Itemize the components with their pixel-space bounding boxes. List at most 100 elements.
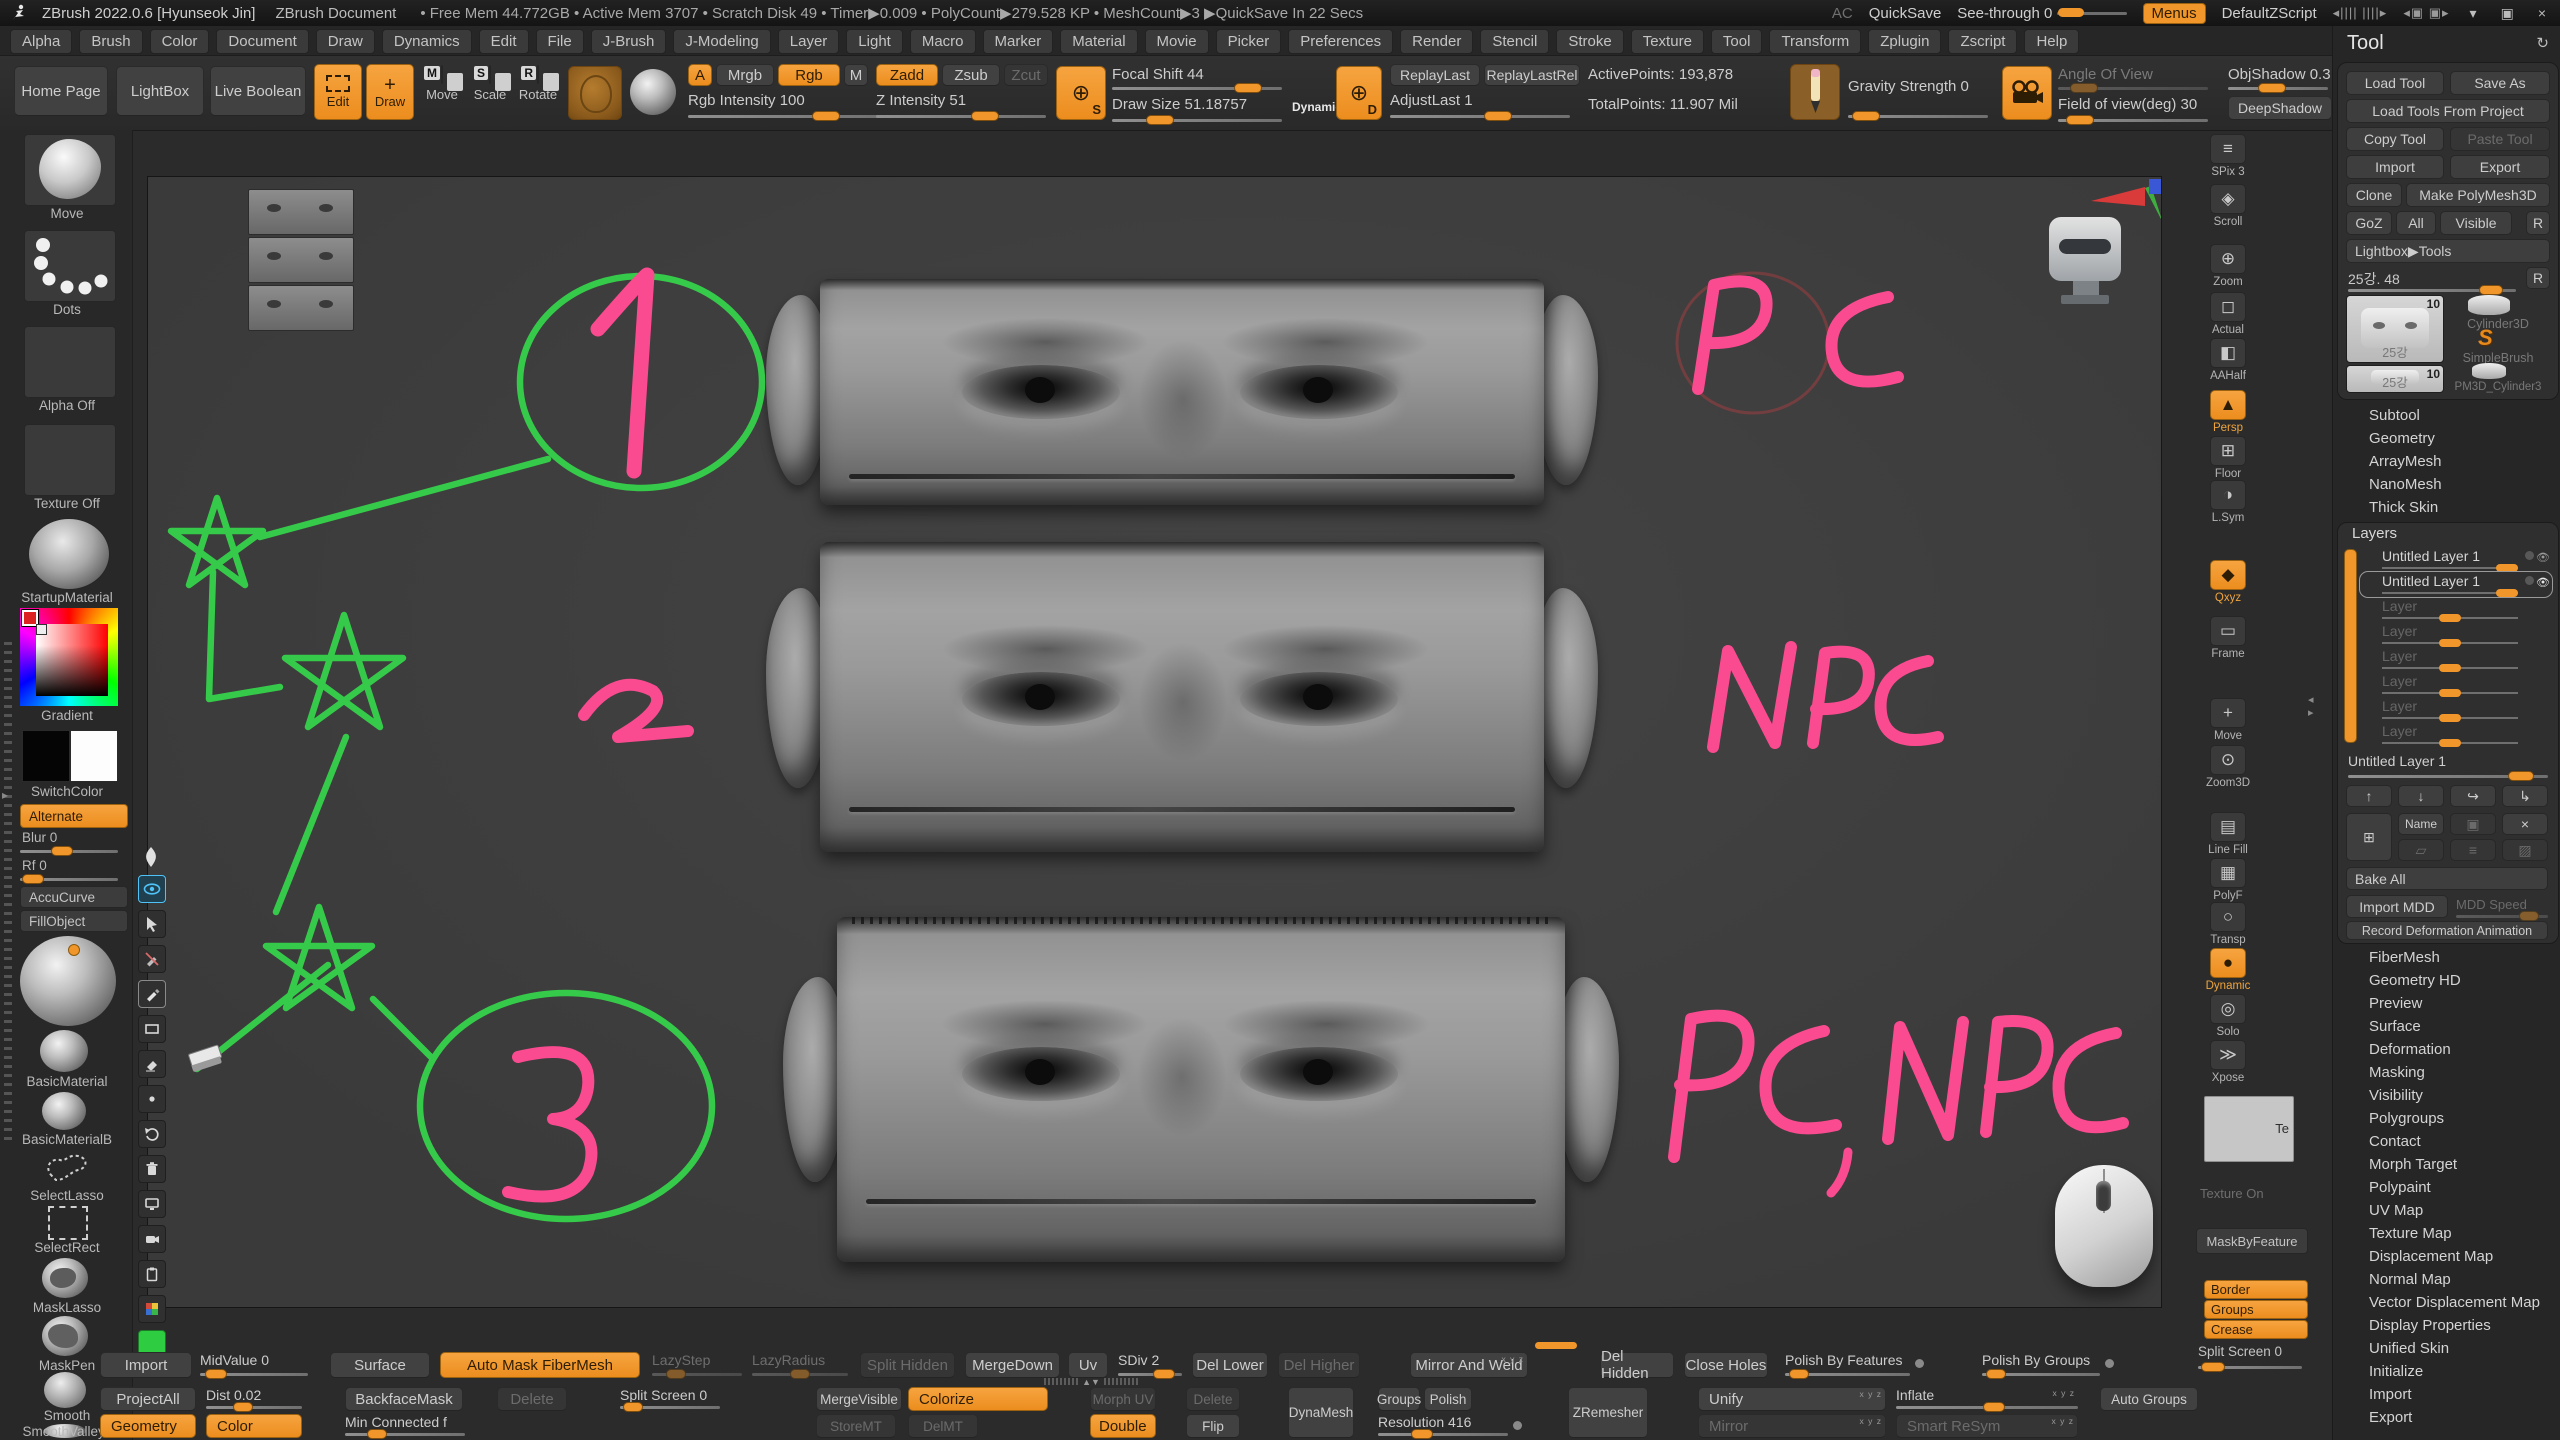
bb-uv[interactable]: Uv [1068, 1352, 1108, 1378]
layer-eye-icon[interactable]: 👁 [2536, 576, 2550, 589]
m-button[interactable]: M [844, 64, 868, 86]
texture-off-thumbnail[interactable] [24, 424, 116, 496]
bb-midvalue-slider[interactable]: MidValue 0 [200, 1352, 308, 1378]
color-picker[interactable] [20, 608, 118, 706]
menu-item[interactable]: Movie [1145, 29, 1209, 54]
tool-section[interactable]: Masking [2333, 1061, 2559, 1084]
tool-section[interactable]: Geometry [2333, 427, 2559, 450]
move-button[interactable]: M Move [420, 66, 464, 118]
zcut-button[interactable]: Zcut [1004, 64, 1048, 86]
menu-item[interactable]: Zplugin [1868, 29, 1941, 54]
dynamic-brush-icon[interactable]: ⊕D [1336, 66, 1382, 120]
lightbox-button[interactable]: LightBox [116, 66, 204, 116]
tool-section[interactable]: Contact [2333, 1130, 2559, 1153]
tool-section[interactable]: FiberMesh [2333, 946, 2559, 969]
rightshelf-polyf[interactable]: ▦PolyF [2198, 858, 2258, 902]
layer-delete-button[interactable]: × [2502, 813, 2548, 835]
bb-lazyradius-slider[interactable]: LazyRadius [752, 1352, 848, 1378]
undo-icon[interactable] [138, 1120, 166, 1148]
tool-section[interactable]: Polypaint [2333, 1176, 2559, 1199]
palette-icon[interactable] [138, 1295, 166, 1323]
layer-row[interactable]: Layer 👁 [2360, 647, 2552, 672]
bb-surface[interactable]: Surface [330, 1352, 430, 1378]
live-boolean-button[interactable]: Live Boolean [210, 66, 306, 116]
menu-item[interactable]: Document [216, 29, 308, 54]
rightshelf-zoom[interactable]: ⊕Zoom [2198, 244, 2258, 288]
angle-of-view-slider[interactable]: Angle Of View [2058, 66, 2153, 83]
menu-item[interactable]: File [536, 29, 584, 54]
tool-section[interactable]: ArrayMesh [2333, 450, 2559, 473]
menu-item[interactable]: Texture [1631, 29, 1704, 54]
select-rect-thumbnail[interactable] [48, 1206, 88, 1240]
rgb-intensity-slider[interactable]: Rgb Intensity 100 [688, 92, 805, 109]
minimize-button[interactable]: ▾ [2466, 5, 2481, 22]
left-tray-divider[interactable] [4, 640, 12, 1140]
bb-mirror[interactable]: Mirrorx y z [1698, 1414, 1886, 1438]
tool-section[interactable]: Normal Map [2333, 1268, 2559, 1291]
layer-row[interactable]: Layer 👁 [2360, 722, 2552, 747]
pen-disabled-icon[interactable] [138, 945, 166, 973]
main-color-swatch[interactable] [22, 730, 70, 782]
screen-icon[interactable] [138, 1190, 166, 1218]
brush-move-thumbnail[interactable] [24, 134, 116, 206]
bb-backfacemask[interactable]: BackfaceMask [345, 1387, 463, 1411]
clone-button[interactable]: Clone [2346, 183, 2402, 207]
bb-storemt[interactable]: StoreMT [816, 1414, 896, 1438]
bb-lazystep-slider[interactable]: LazyStep [652, 1352, 742, 1378]
scale-button[interactable]: S Scale [468, 66, 512, 118]
smooth-thumbnail[interactable] [44, 1372, 86, 1408]
menu-item[interactable]: J-Brush [591, 29, 667, 54]
load-tools-from-project-button[interactable]: Load Tools From Project [2346, 99, 2550, 123]
restore-button[interactable]: ▣ [2497, 5, 2518, 22]
left-tray-arrow-icon[interactable]: ▸ [2, 788, 8, 802]
layer-duplicate-button[interactable]: ▣ [2450, 813, 2496, 835]
tool-section[interactable]: Display Properties [2333, 1314, 2559, 1337]
load-tool-button[interactable]: Load Tool [2346, 71, 2444, 95]
tool-section[interactable]: Texture Map [2333, 1222, 2559, 1245]
visibility-eye-icon[interactable] [138, 875, 166, 903]
tool-section[interactable]: Displacement Map [2333, 1245, 2559, 1268]
zsub-button[interactable]: Zsub [942, 64, 1000, 86]
menu-item[interactable]: J-Modeling [673, 29, 770, 54]
adjust-last-slider[interactable]: AdjustLast 1 [1390, 92, 1473, 109]
bake-all-button[interactable]: Bake All [2346, 867, 2548, 890]
stroke-brush-icon[interactable]: ⊕S [1056, 66, 1106, 120]
layer-row[interactable]: Layer 👁 [2360, 622, 2552, 647]
trash-icon[interactable] [138, 1155, 166, 1183]
bb-sdiv-slider[interactable]: SDiv 2 [1118, 1352, 1182, 1378]
bb-dist-slider[interactable]: Dist 0.02 [206, 1387, 302, 1411]
bb-min-connected-slider[interactable]: Min Connected f [345, 1414, 465, 1438]
tool-section[interactable]: Unified Skin [2333, 1337, 2559, 1360]
bb-delmt[interactable]: DelMT [908, 1414, 978, 1438]
tool-section[interactable]: Export [2333, 1406, 2559, 1429]
bb-polish-by-features-slider[interactable]: Polish By Features [1785, 1352, 1910, 1378]
camera-icon[interactable] [2002, 66, 2052, 120]
layer-misc3-button[interactable]: ▨ [2502, 839, 2548, 861]
bb-projectall[interactable]: ProjectAll [100, 1387, 196, 1411]
pin-icon[interactable] [141, 846, 161, 870]
active-material-sphere[interactable] [20, 936, 116, 1026]
document-canvas[interactable] [147, 176, 2162, 1308]
rotate-button[interactable]: R Rotate [516, 66, 560, 118]
bb-groups[interactable]: Groups [1378, 1387, 1420, 1411]
default-zscript-button[interactable]: DefaultZScript [2222, 5, 2317, 22]
bb-close-holes[interactable]: Close Holes [1684, 1352, 1768, 1378]
bb-color[interactable]: Color [206, 1414, 302, 1438]
menu-item[interactable]: Draw [316, 29, 375, 54]
bb-del-lower[interactable]: Del Lower [1192, 1352, 1268, 1378]
deep-shadow-button[interactable]: DeepShadow [2228, 96, 2332, 120]
dynamic-label[interactable]: Dynamic [1292, 100, 1342, 114]
divider-toggle-icons[interactable]: ◂|||| ||||▸ [2333, 5, 2388, 21]
rightshelf-linefill[interactable]: ▤Line Fill [2198, 812, 2258, 856]
eraser-tool-icon[interactable] [138, 1050, 166, 1078]
menu-item[interactable]: Material [1060, 29, 1137, 54]
bb-geometry[interactable]: Geometry [100, 1414, 196, 1438]
secondary-color-swatch[interactable] [70, 730, 118, 782]
tool-section[interactable]: Surface [2333, 1015, 2559, 1038]
color-a-button[interactable]: A [688, 64, 712, 86]
z-intensity-slider[interactable]: Z Intensity 51 [876, 92, 966, 109]
active-tool-thumbnail[interactable]: 10 25강 [2346, 295, 2444, 363]
menu-item[interactable]: Preferences [1288, 29, 1393, 54]
bb-delete[interactable]: Delete [497, 1387, 567, 1411]
tool-section[interactable]: Vector Displacement Map [2333, 1291, 2559, 1314]
